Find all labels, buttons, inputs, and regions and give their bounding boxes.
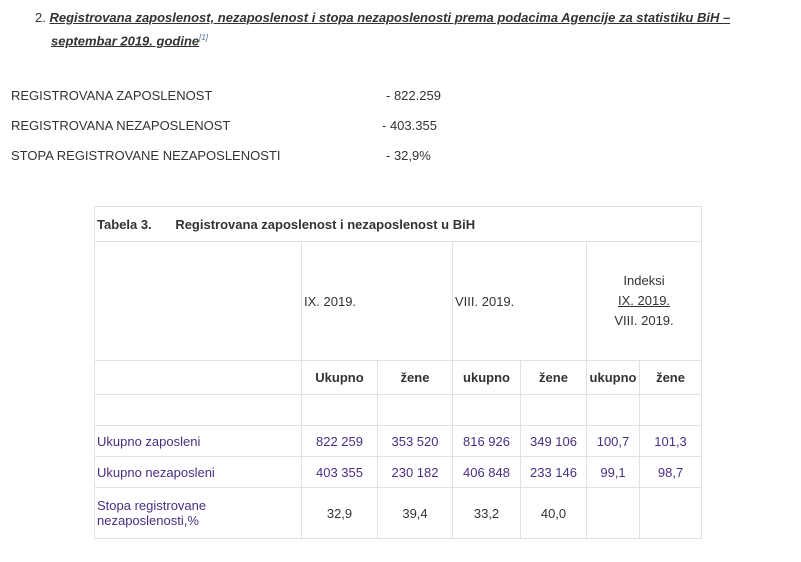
table-cell: 233 146 xyxy=(520,456,587,488)
table-subheader: Ukupno xyxy=(301,360,378,395)
index-numerator: IX. 2019. xyxy=(618,293,671,308)
table-cell: 98,7 xyxy=(638,456,703,488)
table-cell: 353 520 xyxy=(377,425,453,457)
table-caption: Tabela 3. Registrovana zaposlenost i nez… xyxy=(93,206,703,242)
stat-label: REGISTROVANA NEZAPOSLENOST xyxy=(11,118,231,133)
table-spacer-cell xyxy=(452,394,521,426)
footnote-link[interactable]: [1] xyxy=(199,33,208,42)
table-header-period1: IX. 2019. xyxy=(301,241,453,361)
table-header-index: Indeksi IX. 2019. VIII. 2019. xyxy=(585,241,703,361)
table-subheader: žene xyxy=(638,360,703,395)
table-spacer-cell xyxy=(638,394,703,426)
stat-value: - 403.355 xyxy=(382,118,437,133)
table-cell: 230 182 xyxy=(377,456,453,488)
table-header-empty xyxy=(94,241,302,361)
index-label: Indeksi xyxy=(623,273,665,288)
stat-value: - 32,9% xyxy=(386,148,431,163)
stat-value: - 822.259 xyxy=(386,88,441,103)
table-spacer-cell xyxy=(94,394,302,426)
table-cell: 349 106 xyxy=(520,425,587,457)
table-cell: 406 848 xyxy=(452,456,521,488)
table-row: Ukupno zaposleni 822 259 353 520 816 926… xyxy=(94,425,703,457)
table-cell: 101,3 xyxy=(638,425,703,457)
employment-table: Tabela 3. Registrovana zaposlenost i nez… xyxy=(93,206,703,539)
table-cell: 100,7 xyxy=(586,425,640,457)
table-cell: 403 355 xyxy=(301,456,378,488)
index-denominator: VIII. 2019. xyxy=(614,313,674,328)
table-subheader: žene xyxy=(520,360,587,395)
section-title-line2[interactable]: septembar 2019. godine xyxy=(51,33,199,48)
row-label: Ukupno zaposleni xyxy=(94,425,302,457)
section-heading: 2. Registrovana zaposlenost, nezaposleno… xyxy=(35,8,795,51)
stat-label: STOPA REGISTROVANE NEZAPOSLENOSTI xyxy=(11,148,281,163)
section-title-line1[interactable]: Registrovana zaposlenost, nezaposlenost … xyxy=(49,10,730,25)
table-cell: 39,4 xyxy=(377,487,453,539)
table-caption-number: Tabela 3. xyxy=(97,216,152,232)
table-spacer-cell xyxy=(301,394,378,426)
table-cell: 33,2 xyxy=(452,487,521,539)
table-cell xyxy=(586,487,640,539)
table-row: Ukupno nezaposleni 403 355 230 182 406 8… xyxy=(94,456,703,488)
row-label: Stopa registrovane nezaposlenosti,% xyxy=(94,487,302,539)
table-subheader-empty xyxy=(94,360,302,395)
section-number: 2. xyxy=(35,10,46,25)
table-spacer-cell xyxy=(520,394,587,426)
table-row: Stopa registrovane nezaposlenosti,% 32,9… xyxy=(94,487,703,539)
table-subheader: ukupno xyxy=(586,360,640,395)
table-cell: 816 926 xyxy=(452,425,521,457)
table-cell xyxy=(638,487,703,539)
table-caption-title: Registrovana zaposlenost i nezaposlenost… xyxy=(175,216,476,232)
table-subheader: žene xyxy=(377,360,453,395)
table-subheader: ukupno xyxy=(452,360,521,395)
row-label: Ukupno nezaposleni xyxy=(94,456,302,488)
table-cell: 99,1 xyxy=(586,456,640,488)
stat-label: REGISTROVANA ZAPOSLENOST xyxy=(11,88,213,103)
table-spacer-cell xyxy=(586,394,640,426)
table-cell: 40,0 xyxy=(520,487,587,539)
table-cell: 32,9 xyxy=(301,487,378,539)
table-spacer-cell xyxy=(377,394,453,426)
table-cell: 822 259 xyxy=(301,425,378,457)
table-header-period2: VIII. 2019. xyxy=(452,241,587,361)
